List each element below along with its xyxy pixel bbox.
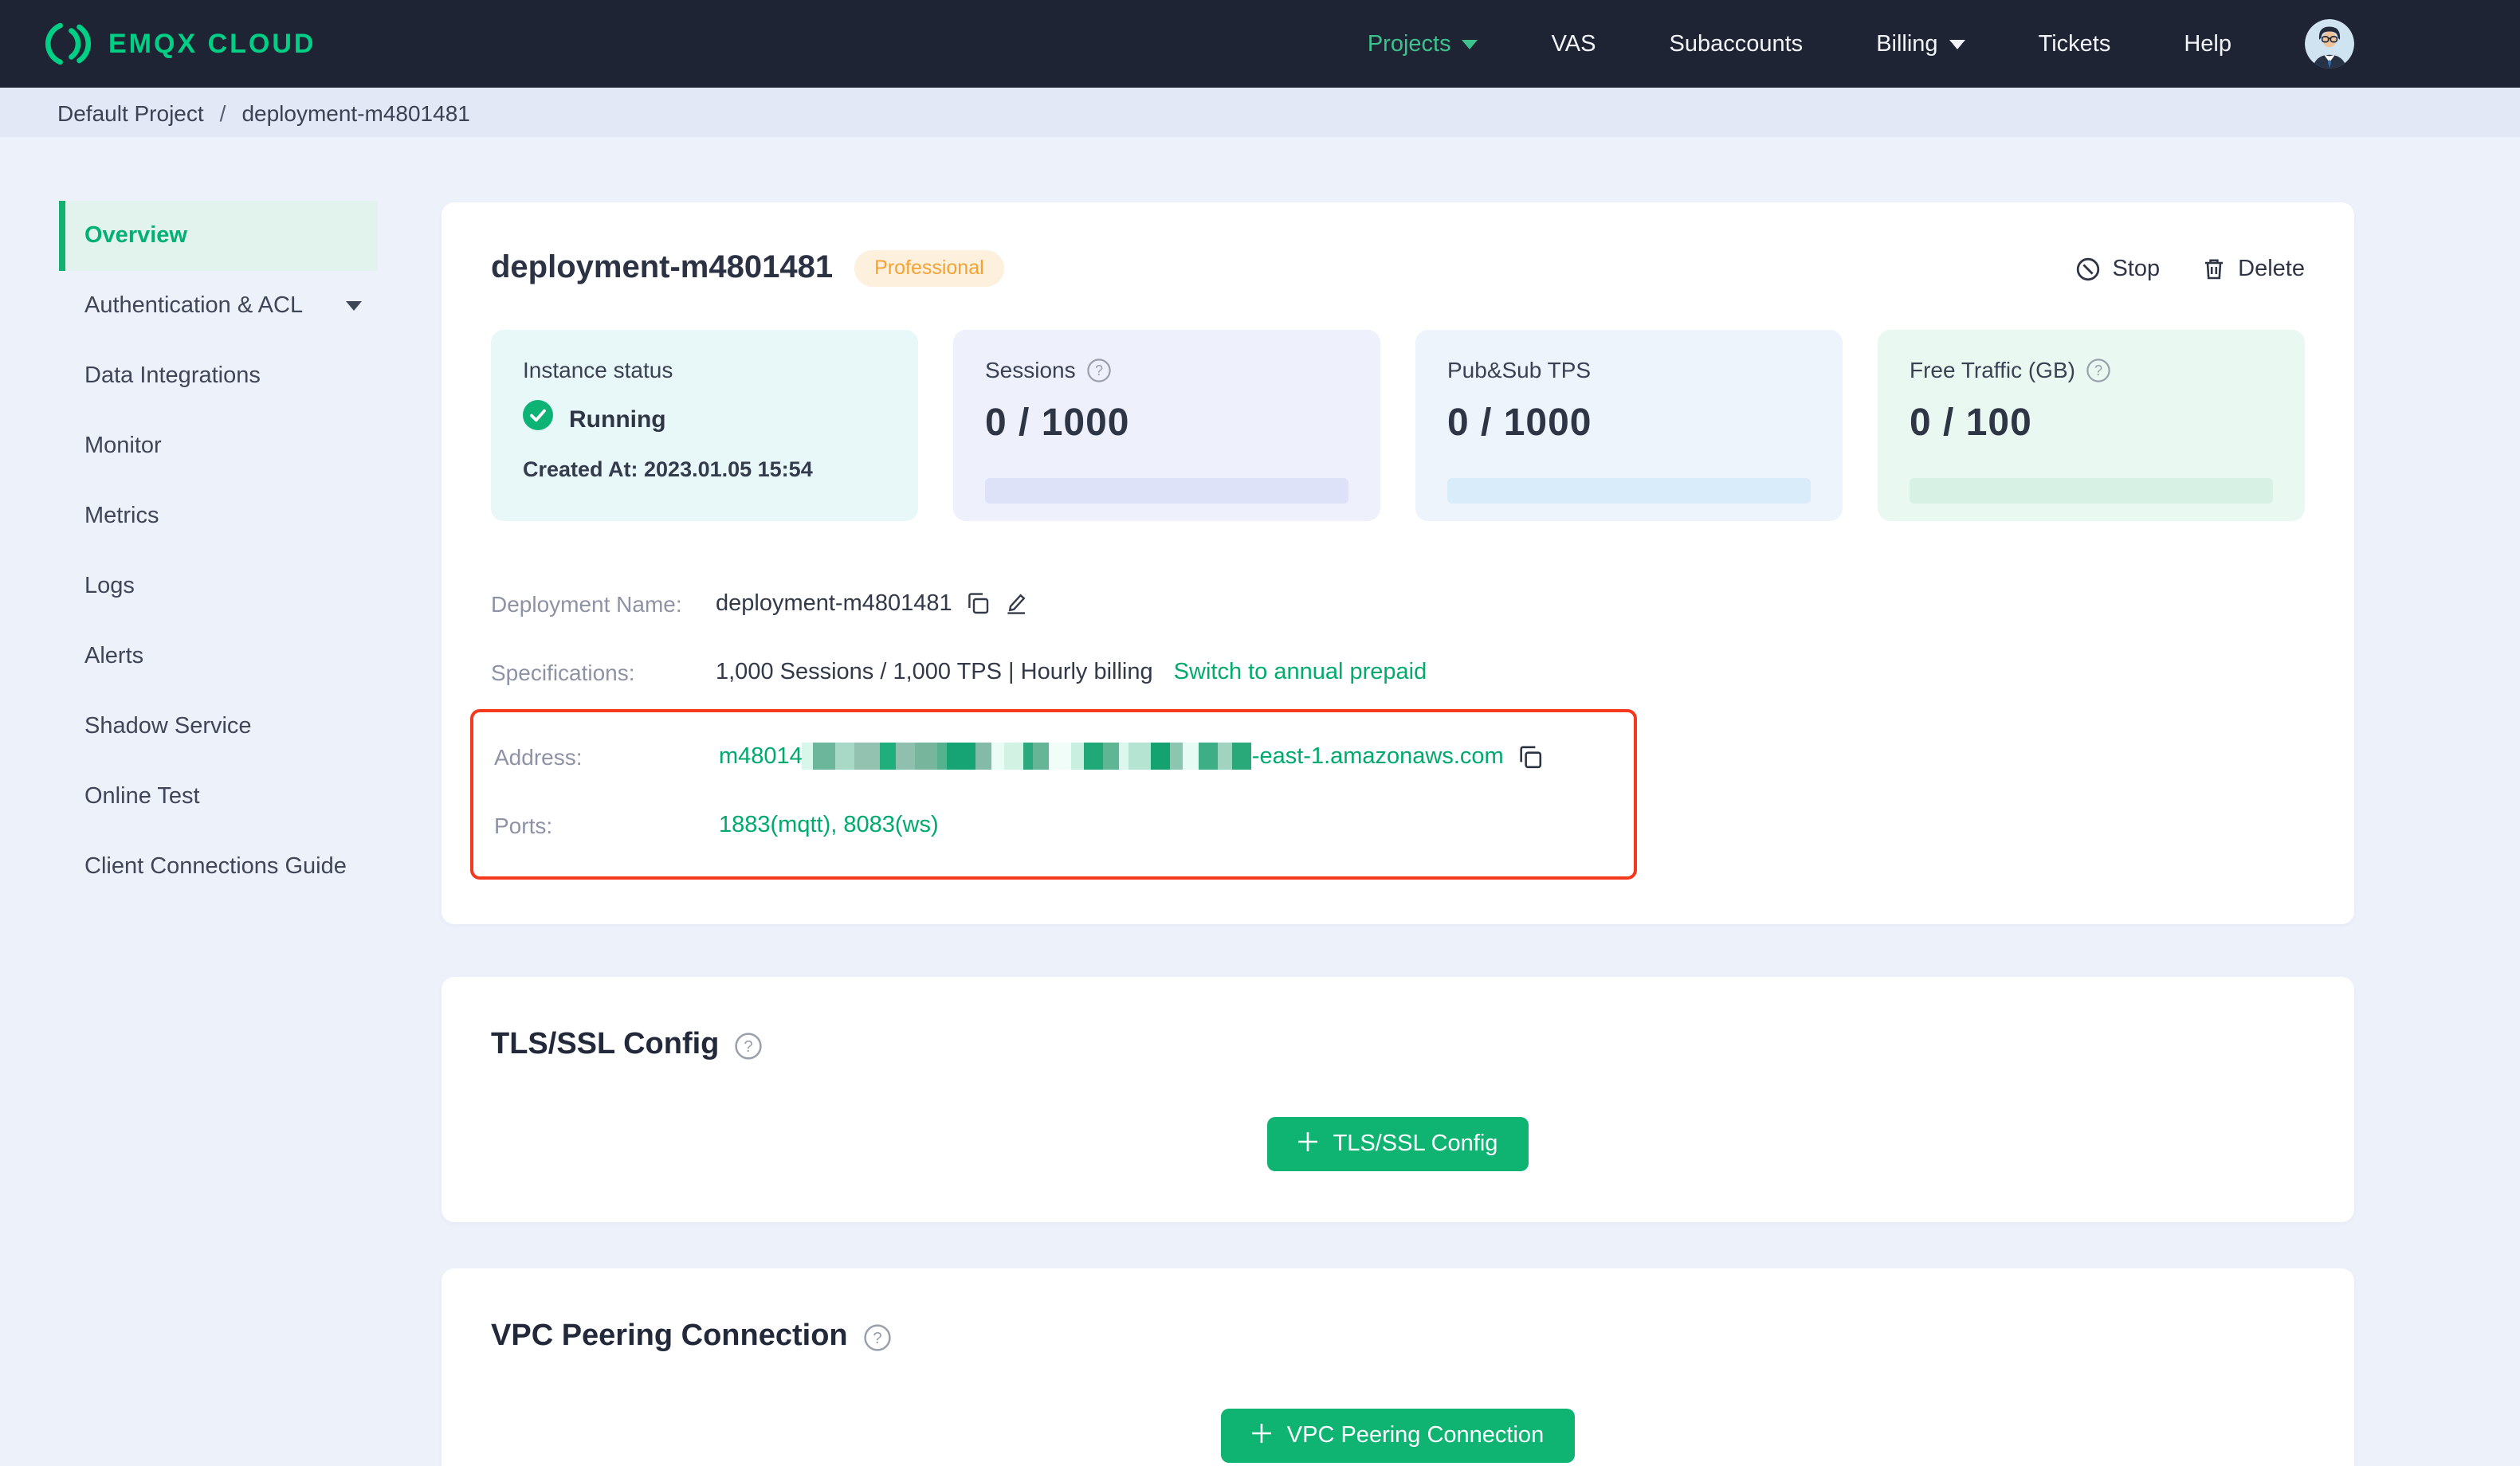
check-circle-icon — [523, 400, 553, 438]
connection-annotation-box: Address: m48014 -east-1.amazonaws.com Po… — [470, 709, 1637, 880]
vpc-peering-section: VPC Peering Connection ? VPC Peering Con… — [442, 1268, 2354, 1466]
help-icon[interactable]: ? — [735, 1032, 763, 1059]
pubsub-tps-label: Pub&Sub TPS — [1447, 357, 1592, 382]
sessions-label: Sessions — [985, 357, 1076, 382]
sidebar-item-metrics[interactable]: Metrics — [59, 481, 378, 551]
add-tls-ssl-config-button[interactable]: TLS/SSL Config — [1267, 1117, 1529, 1171]
pubsub-tps-value: 0 / 1000 — [1447, 402, 1592, 445]
specifications-value: 1,000 Sessions / 1,000 TPS | Hourly bill… — [716, 659, 1153, 684]
stats-row: Instance status Running Created At: 2023… — [491, 330, 2305, 521]
address-prefix: m48014 — [719, 743, 803, 769]
brand-text: EMQX CLOUD — [108, 28, 316, 58]
emqx-cloud-page: EMQX CLOUD Projects VAS Subaccounts Bill… — [0, 0, 2520, 1466]
plus-icon — [1252, 1422, 1273, 1449]
copy-icon[interactable] — [1518, 743, 1544, 769]
sidebar-item-data-integrations[interactable]: Data Integrations — [59, 341, 378, 411]
svg-text:?: ? — [873, 1329, 881, 1346]
help-icon[interactable]: ? — [1086, 358, 1111, 382]
sessions-value: 0 / 1000 — [985, 402, 1130, 445]
sidebar-item-overview[interactable]: Overview — [59, 201, 378, 271]
sidebar-item-shadow-service[interactable]: Shadow Service — [59, 692, 378, 762]
help-icon[interactable]: ? — [2086, 358, 2110, 382]
edit-icon[interactable] — [1005, 591, 1029, 615]
trash-icon — [2201, 256, 2227, 281]
sessions-progress-bar — [985, 478, 1348, 504]
specifications-label: Specifications: — [491, 659, 635, 684]
nav-item-subaccounts[interactable]: Subaccounts — [1670, 31, 1804, 57]
breadcrumb-deployment[interactable]: deployment-m4801481 — [241, 100, 469, 125]
pubsub-progress-bar — [1447, 478, 1811, 504]
deployment-name-label: Deployment Name: — [491, 590, 682, 616]
stop-button[interactable]: Stop — [2075, 256, 2160, 281]
sidebar: Overview Authentication & ACL Data Integ… — [0, 137, 378, 902]
sidebar-item-logs[interactable]: Logs — [59, 551, 378, 621]
switch-annual-prepaid-link[interactable]: Switch to annual prepaid — [1174, 659, 1427, 684]
free-traffic-label: Free Traffic (GB) — [1910, 357, 2075, 382]
copy-icon[interactable] — [967, 591, 991, 615]
address-redacted — [802, 743, 1252, 770]
address-suffix: -east-1.amazonaws.com — [1251, 743, 1504, 769]
deployment-name-row: Deployment Name: deployment-m4801481 — [491, 569, 2305, 637]
sidebar-item-authentication-acl[interactable]: Authentication & ACL — [59, 271, 378, 341]
breadcrumb-project[interactable]: Default Project — [57, 100, 204, 125]
caret-down-icon — [1949, 39, 1965, 49]
deployment-details: Deployment Name: deployment-m4801481 Spe… — [470, 569, 2305, 880]
deployment-title: deployment-m4801481 — [491, 250, 834, 285]
sidebar-item-online-test[interactable]: Online Test — [59, 762, 378, 832]
sidebar-item-monitor[interactable]: Monitor — [59, 411, 378, 481]
nav-item-vas[interactable]: VAS — [1552, 31, 1596, 57]
specifications-row: Specifications: 1,000 Sessions / 1,000 T… — [491, 637, 2305, 706]
svg-text:?: ? — [2094, 362, 2102, 378]
caret-down-icon — [1462, 39, 1478, 49]
created-at: Created At: 2023.01.05 15:54 — [523, 457, 813, 481]
status-running: Running — [569, 406, 666, 433]
free-traffic-card: Free Traffic (GB) ? 0 / 100 — [1878, 330, 2305, 521]
svg-text:?: ? — [744, 1037, 753, 1055]
top-nav: EMQX CLOUD Projects VAS Subaccounts Bill… — [0, 0, 2520, 88]
emqx-logo[interactable]: EMQX CLOUD — [40, 18, 316, 70]
nav-item-tickets[interactable]: Tickets — [2039, 31, 2111, 57]
add-vpc-peering-button[interactable]: VPC Peering Connection — [1221, 1409, 1575, 1463]
ports-value: 1883(mqtt), 8083(ws) — [719, 813, 939, 838]
tls-ssl-title: TLS/SSL Config — [491, 1028, 720, 1061]
help-icon[interactable]: ? — [863, 1323, 891, 1350]
instance-status-label: Instance status — [523, 357, 673, 382]
breadcrumb-separator: / — [219, 100, 226, 125]
sidebar-item-alerts[interactable]: Alerts — [59, 621, 378, 692]
deployment-overview-card: deployment-m4801481 Professional Stop De… — [442, 202, 2354, 924]
traffic-progress-bar — [1910, 478, 2273, 504]
address-label: Address: — [494, 743, 583, 769]
plus-icon — [1298, 1131, 1319, 1158]
pubsub-tps-card: Pub&Sub TPS 0 / 1000 — [1415, 330, 1843, 521]
vpc-peering-title: VPC Peering Connection — [491, 1319, 848, 1353]
emqx-logo-icon — [40, 18, 92, 70]
free-traffic-value: 0 / 100 — [1910, 402, 2032, 445]
ports-label: Ports: — [494, 813, 553, 838]
nav-item-billing[interactable]: Billing — [1876, 31, 1965, 57]
tls-ssl-section: TLS/SSL Config ? TLS/SSL Config — [442, 977, 2354, 1222]
caret-down-icon — [346, 301, 362, 311]
svg-text:?: ? — [1095, 362, 1103, 378]
ports-row: Ports: 1883(mqtt), 8083(ws) — [494, 794, 1634, 857]
nav-item-help[interactable]: Help — [2184, 31, 2231, 57]
sessions-card: Sessions ? 0 / 1000 — [953, 330, 1380, 521]
stop-icon — [2075, 256, 2101, 281]
address-row: Address: m48014 -east-1.amazonaws.com — [494, 722, 1634, 790]
nav-menu: Projects VAS Subaccounts Billing Tickets… — [1368, 19, 2354, 69]
main-content: deployment-m4801481 Professional Stop De… — [442, 137, 2354, 1466]
delete-button[interactable]: Delete — [2201, 256, 2305, 281]
sidebar-item-client-connections-guide[interactable]: Client Connections Guide — [59, 832, 378, 902]
deployment-name-value: deployment-m4801481 — [716, 590, 952, 616]
nav-item-projects[interactable]: Projects — [1368, 31, 1478, 57]
instance-status-card: Instance status Running Created At: 2023… — [491, 330, 918, 521]
plan-badge: Professional — [854, 250, 1005, 287]
breadcrumb: Default Project / deployment-m4801481 — [0, 88, 2520, 137]
user-avatar[interactable] — [2305, 19, 2354, 69]
